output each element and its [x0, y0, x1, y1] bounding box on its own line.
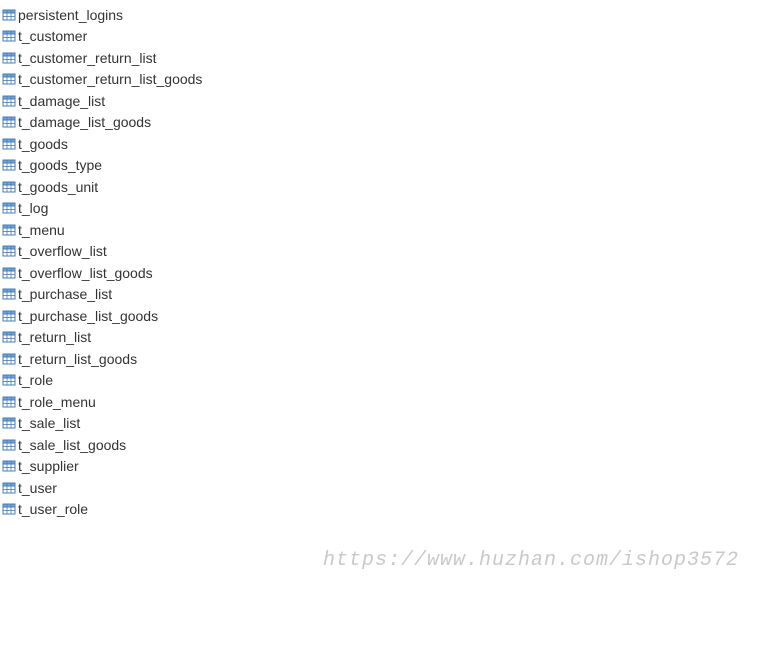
- table-icon: [2, 180, 16, 194]
- table-label: t_customer: [18, 28, 87, 44]
- table-label: t_goods_unit: [18, 179, 98, 195]
- table-item[interactable]: t_goods: [0, 133, 769, 155]
- table-item[interactable]: t_purchase_list_goods: [0, 305, 769, 327]
- table-label: t_customer_return_list: [18, 50, 157, 66]
- table-label: t_return_list: [18, 329, 91, 345]
- table-icon: [2, 481, 16, 495]
- table-item[interactable]: persistent_logins: [0, 4, 769, 26]
- table-icon: [2, 201, 16, 215]
- table-label: t_log: [18, 200, 48, 216]
- table-item[interactable]: t_customer_return_list: [0, 47, 769, 69]
- table-label: persistent_logins: [18, 7, 123, 23]
- table-label: t_overflow_list_goods: [18, 265, 153, 281]
- table-item[interactable]: t_user_role: [0, 499, 769, 521]
- table-label: t_goods: [18, 136, 68, 152]
- table-icon: [2, 137, 16, 151]
- table-icon: [2, 459, 16, 473]
- table-icon: [2, 352, 16, 366]
- table-icon: [2, 115, 16, 129]
- table-item[interactable]: t_goods_unit: [0, 176, 769, 198]
- table-icon: [2, 395, 16, 409]
- table-label: t_role: [18, 372, 53, 388]
- table-item[interactable]: t_role: [0, 370, 769, 392]
- table-label: t_user_role: [18, 501, 88, 517]
- table-item[interactable]: t_goods_type: [0, 155, 769, 177]
- table-label: t_goods_type: [18, 157, 102, 173]
- table-label: t_purchase_list_goods: [18, 308, 158, 324]
- table-icon: [2, 158, 16, 172]
- table-item[interactable]: t_purchase_list: [0, 284, 769, 306]
- table-icon: [2, 8, 16, 22]
- table-item[interactable]: t_log: [0, 198, 769, 220]
- table-item[interactable]: t_damage_list_goods: [0, 112, 769, 134]
- table-icon: [2, 94, 16, 108]
- table-item[interactable]: t_role_menu: [0, 391, 769, 413]
- table-item[interactable]: t_user: [0, 477, 769, 499]
- table-item[interactable]: t_return_list: [0, 327, 769, 349]
- table-label: t_damage_list_goods: [18, 114, 151, 130]
- table-icon: [2, 416, 16, 430]
- table-icon: [2, 72, 16, 86]
- table-item[interactable]: t_return_list_goods: [0, 348, 769, 370]
- table-label: t_customer_return_list_goods: [18, 71, 202, 87]
- table-item[interactable]: t_menu: [0, 219, 769, 241]
- table-item[interactable]: t_damage_list: [0, 90, 769, 112]
- table-icon: [2, 502, 16, 516]
- database-table-list: persistent_logins t_customer t_customer_re…: [0, 0, 769, 520]
- table-icon: [2, 51, 16, 65]
- table-item[interactable]: t_customer_return_list_goods: [0, 69, 769, 91]
- table-label: t_sale_list_goods: [18, 437, 126, 453]
- table-icon: [2, 330, 16, 344]
- table-item[interactable]: t_overflow_list: [0, 241, 769, 263]
- table-label: t_sale_list: [18, 415, 80, 431]
- table-item[interactable]: t_customer: [0, 26, 769, 48]
- watermark-text: https://www.huzhan.com/ishop3572: [323, 549, 739, 572]
- table-icon: [2, 29, 16, 43]
- table-label: t_supplier: [18, 458, 79, 474]
- table-label: t_overflow_list: [18, 243, 107, 259]
- table-label: t_user: [18, 480, 57, 496]
- table-item[interactable]: t_supplier: [0, 456, 769, 478]
- table-label: t_damage_list: [18, 93, 105, 109]
- table-icon: [2, 309, 16, 323]
- table-icon: [2, 266, 16, 280]
- table-item[interactable]: t_sale_list: [0, 413, 769, 435]
- table-icon: [2, 244, 16, 258]
- table-label: t_return_list_goods: [18, 351, 137, 367]
- table-icon: [2, 373, 16, 387]
- table-icon: [2, 438, 16, 452]
- table-label: t_menu: [18, 222, 65, 238]
- table-icon: [2, 223, 16, 237]
- table-label: t_role_menu: [18, 394, 96, 410]
- table-item[interactable]: t_sale_list_goods: [0, 434, 769, 456]
- table-icon: [2, 287, 16, 301]
- table-item[interactable]: t_overflow_list_goods: [0, 262, 769, 284]
- table-label: t_purchase_list: [18, 286, 112, 302]
